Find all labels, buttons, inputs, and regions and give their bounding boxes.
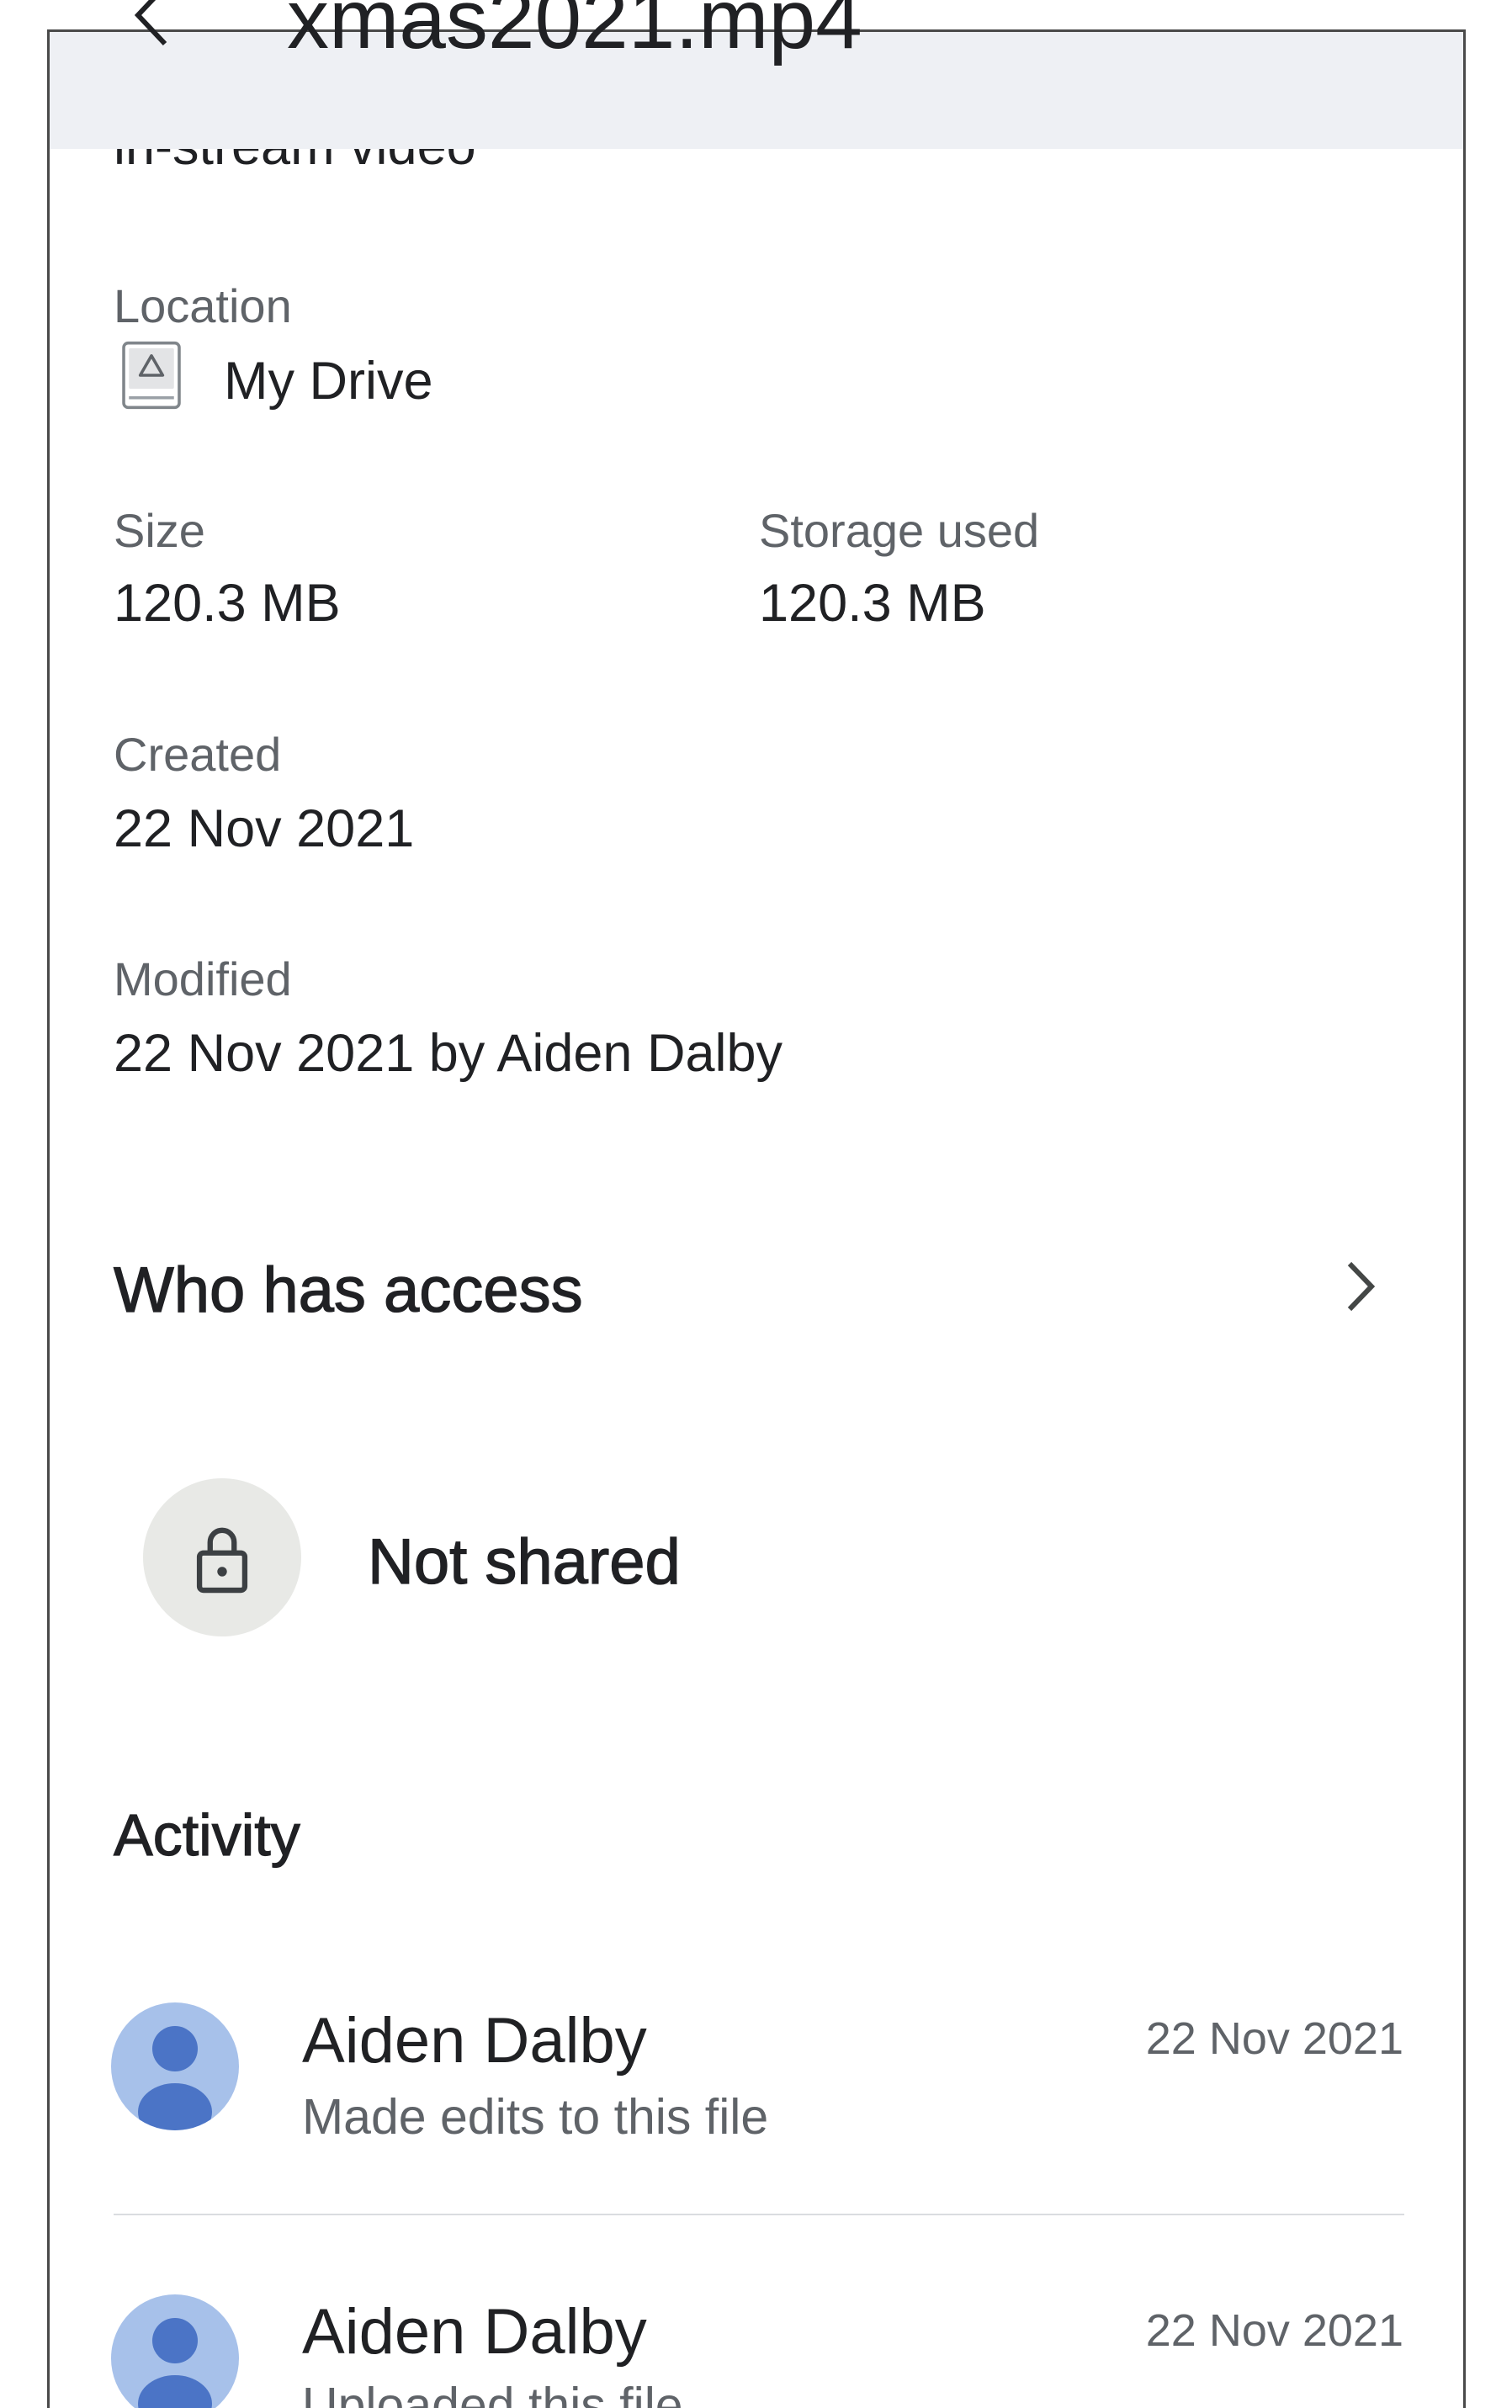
activity-title: Activity	[113, 1802, 300, 1868]
location-link[interactable]: My Drive	[101, 332, 454, 416]
location-value: My Drive	[224, 352, 433, 411]
activity-user: Aiden Dalby	[302, 2005, 647, 2077]
person-head	[152, 2026, 198, 2071]
chevron-left-stroke	[134, 0, 167, 46]
activity-date: 22 Nov 2021	[1145, 2305, 1403, 2356]
size-value: 120.3 MB	[114, 574, 341, 633]
storage-used-value: 120.3 MB	[759, 574, 986, 633]
modified-value: 22 Nov 2021 by Aiden Dalby	[114, 1024, 783, 1083]
activity-action: Made edits to this file	[302, 2089, 769, 2145]
storage-used-label: Storage used	[759, 504, 1040, 557]
person-head	[152, 2318, 198, 2363]
sharing-status-text: Not shared	[367, 1526, 681, 1598]
lock-icon	[196, 1527, 248, 1594]
avatar	[111, 2002, 239, 2130]
chevron-right-stroke	[1347, 1261, 1376, 1312]
lock-shackle	[207, 1527, 237, 1553]
activity-divider	[114, 2214, 1404, 2215]
activity-date: 22 Nov 2021	[1145, 2013, 1403, 2064]
drive-icon	[122, 341, 181, 410]
lock-badge	[143, 1478, 301, 1636]
activity-action: Uploaded this file	[302, 2381, 683, 2408]
size-label: Size	[114, 504, 205, 557]
created-label: Created	[114, 728, 282, 781]
modified-label: Modified	[114, 952, 292, 1005]
created-value: 22 Nov 2021	[114, 799, 415, 858]
lock-keyhole	[217, 1567, 227, 1577]
who-has-access-title: Who has access	[113, 1254, 583, 1326]
location-label: Location	[114, 279, 292, 332]
activity-user: Aiden Dalby	[302, 2296, 647, 2368]
file-title: xmas2021.mp4	[287, 0, 862, 66]
who-has-access-row[interactable]: Who has access	[50, 1237, 1463, 1338]
avatar	[111, 2294, 239, 2408]
chevron-left-icon[interactable]	[131, 0, 172, 52]
chevron-right-icon	[1347, 1261, 1376, 1312]
